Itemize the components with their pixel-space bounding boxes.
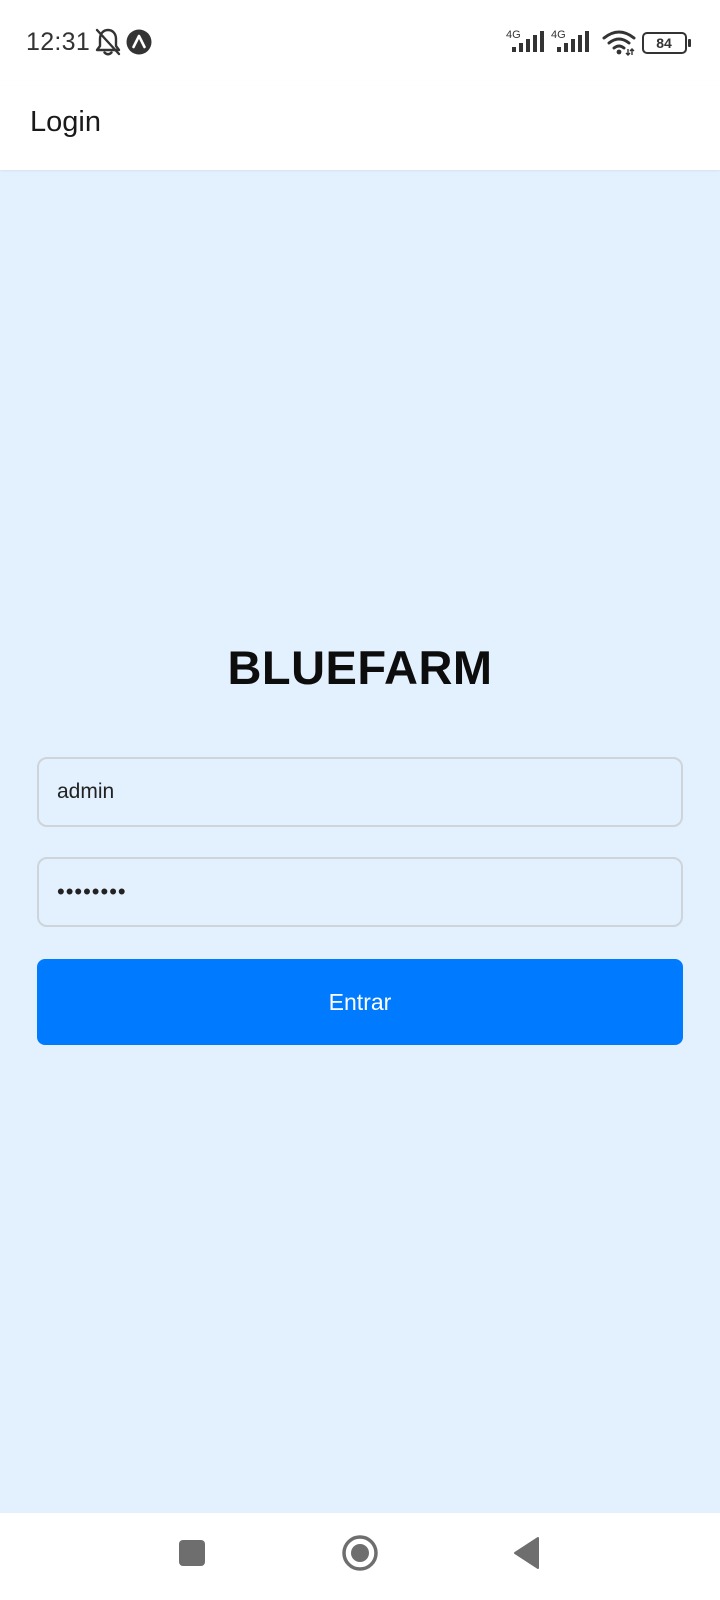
bell-off-icon: [95, 28, 121, 56]
home-icon[interactable]: [338, 1531, 382, 1575]
signal-4g-icon: 4G: [551, 29, 589, 52]
signal-4g-icon: 4G: [506, 29, 544, 52]
network-label-1: 4G: [506, 29, 521, 41]
system-nav-bar: [0, 1513, 720, 1600]
login-button[interactable]: Entrar: [37, 959, 683, 1045]
recents-icon[interactable]: [170, 1531, 214, 1575]
network-label-2: 4G: [551, 29, 566, 41]
status-bar: 12:31 4G 4G 84: [0, 0, 720, 86]
password-field[interactable]: [37, 857, 683, 927]
navigation-app-icon: [126, 29, 152, 55]
brand-title: BLUEFARM: [227, 641, 493, 694]
page-title: Login: [30, 106, 101, 138]
battery-level: 84: [656, 35, 672, 51]
username-field[interactable]: [37, 757, 683, 827]
login-content: BLUEFARM Entrar: [0, 170, 720, 1513]
app-header: Login: [0, 86, 720, 170]
wifi-icon: [602, 30, 636, 56]
back-icon[interactable]: [506, 1531, 550, 1575]
login-screen: 12:31 4G 4G 84 Login BLUEFARM admin ••••…: [0, 0, 720, 1600]
status-time: 12:31: [26, 28, 91, 56]
